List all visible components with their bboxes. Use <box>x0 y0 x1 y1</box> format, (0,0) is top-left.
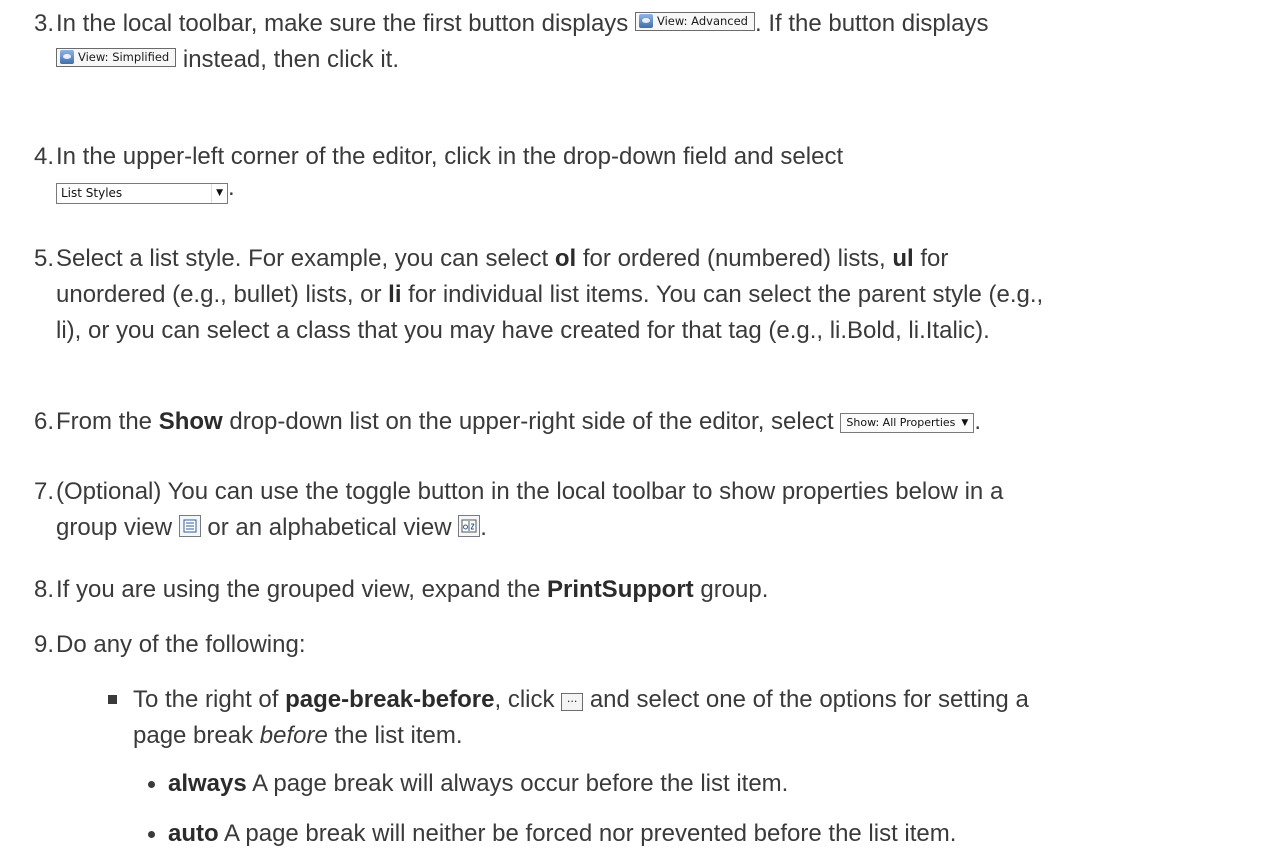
option-keyword: auto <box>168 820 219 847</box>
step-text: or an alphabetical view <box>200 514 452 541</box>
step-text: group. <box>693 576 769 603</box>
group-view-icon[interactable] <box>178 515 201 537</box>
step-text: . <box>480 514 487 541</box>
eye-view-icon <box>60 50 74 64</box>
step-text: . <box>228 174 235 201</box>
step-text: group view <box>56 514 173 541</box>
step-text: instead, then click it. <box>182 46 399 73</box>
step-text: drop-down list on the upper-right side o… <box>222 408 834 435</box>
step-number: 6. <box>34 408 55 435</box>
step-number: 7. <box>34 478 55 505</box>
dropdown-value: Show: All Properties <box>846 416 956 429</box>
keyword-ol: ol <box>554 245 577 272</box>
keyword-li: li <box>388 281 402 308</box>
eye-view-icon <box>638 14 653 28</box>
step-text: To the right of <box>133 686 286 713</box>
dropdown-value: List Styles <box>61 186 123 200</box>
step-text: In the local toolbar, make sure the firs… <box>56 10 629 37</box>
step-text: If you are using the grouped view, expan… <box>56 576 548 603</box>
ellipsis-button[interactable]: ··· <box>561 693 584 711</box>
step-text: In the upper-left corner of the editor, … <box>56 143 844 170</box>
step-text: page break <box>133 722 260 749</box>
step-text: . <box>974 408 981 435</box>
step-text: (Optional) You can use the toggle button… <box>56 478 1004 505</box>
step-text: From the <box>56 408 159 435</box>
step-number: 8. <box>34 576 55 603</box>
step-text: . If the button displays <box>754 10 989 37</box>
keyword-printsupport: PrintSupport <box>547 576 694 603</box>
step-text: Do any of the following: <box>56 631 306 658</box>
step-number: 3. <box>34 10 55 37</box>
step-text: for ordered (numbered) lists, <box>576 245 893 272</box>
step-text: Select a list style. For example, you ca… <box>56 245 555 272</box>
step-text: for <box>913 245 949 272</box>
step-text: unordered (e.g., bullet) lists, or <box>56 281 389 308</box>
keyword-ul: ul <box>892 245 914 272</box>
list-styles-dropdown[interactable]: List Styles ▼ <box>56 183 228 204</box>
round-bullet <box>148 781 155 788</box>
step-text: li), or you can select a class that you … <box>56 317 990 344</box>
square-bullet <box>108 695 117 704</box>
step-text: the list item. <box>327 722 463 749</box>
option-keyword: always <box>168 770 247 797</box>
keyword-show: Show <box>158 408 223 435</box>
step-number: 5. <box>34 245 55 272</box>
keyword-page-break-before: page-break-before <box>285 686 495 713</box>
view-advanced-button[interactable]: View: Advanced <box>634 11 755 31</box>
show-all-properties-dropdown[interactable]: Show: All Properties ▼ <box>840 413 975 433</box>
chevron-down-icon: ▼ <box>961 418 969 428</box>
step-text: for individual list items. You can selec… <box>401 281 1044 308</box>
chevron-down-icon: ▼ <box>211 184 223 203</box>
step-text: and select one of the options for settin… <box>583 686 1029 713</box>
document-page: 3. In the local toolbar, make sure the f… <box>0 0 1283 847</box>
alphabetical-view-glyph <box>461 519 477 533</box>
button-label: View: Simplified <box>78 49 170 64</box>
step-text: , click <box>494 686 555 713</box>
button-label: View: Advanced <box>656 13 748 28</box>
step-number: 4. <box>34 143 55 170</box>
emphasis-before: before <box>259 722 328 749</box>
round-bullet <box>148 831 155 838</box>
view-simplified-button[interactable]: View: Simplified <box>56 47 177 67</box>
step-number: 9. <box>34 631 55 658</box>
group-view-glyph <box>183 519 197 533</box>
option-text: A page break will neither be forced nor … <box>218 820 957 847</box>
alphabetical-view-icon[interactable] <box>458 515 481 537</box>
option-text: A page break will always occur before th… <box>246 770 789 797</box>
